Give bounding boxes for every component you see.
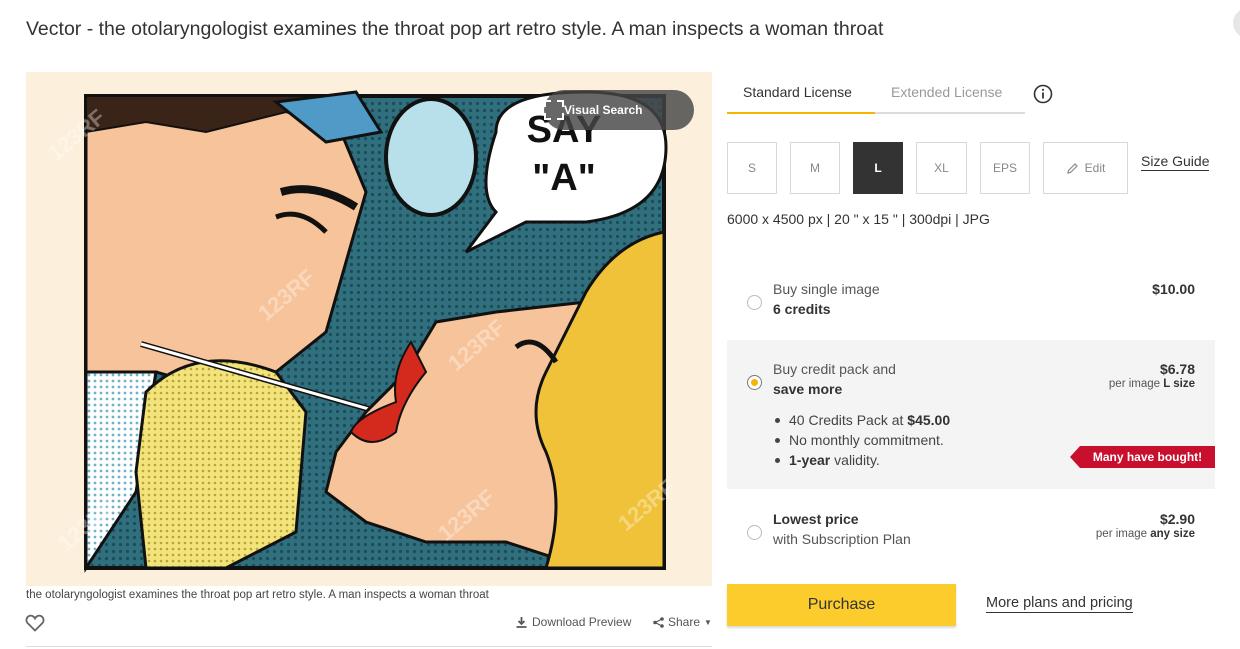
corner-button[interactable]	[1233, 8, 1240, 38]
option-single-image[interactable]: Buy single image 6 credits $10.00	[727, 264, 1215, 334]
credit-pack-line2: save more	[773, 381, 843, 397]
size-button-eps[interactable]: EPS	[980, 142, 1030, 194]
edit-button[interactable]: Edit	[1043, 142, 1128, 194]
credit-pack-per-image: per image L size	[1108, 378, 1195, 390]
option-credit-pack[interactable]: Buy credit pack and save more $6.78 per …	[727, 340, 1215, 489]
share-icon	[653, 616, 664, 628]
size-guide-link[interactable]: Size Guide	[1141, 153, 1210, 171]
image-preview[interactable]: SAY "A" 123RF 123RF 123RF 123RF 123RF 12…	[26, 72, 712, 586]
heart-icon[interactable]	[25, 614, 45, 632]
radio-credit-pack[interactable]	[747, 375, 762, 390]
share-dropdown[interactable]: Share ▼	[653, 615, 712, 629]
visual-search-label: Visual Search	[564, 103, 643, 117]
visual-search-button[interactable]: Visual Search	[544, 90, 694, 130]
subscription-per-image: per image any size	[1095, 528, 1195, 540]
credit-pack-price: $6.78	[1159, 361, 1195, 377]
single-line1: Buy single image	[773, 281, 880, 297]
download-preview-label: Download Preview	[532, 615, 632, 629]
pop-art-illustration: SAY "A" 123RF 123RF 123RF 123RF 123RF 12…	[43, 90, 680, 574]
caret-down-icon: ▼	[704, 617, 712, 627]
subscription-line1: Lowest price	[773, 511, 859, 527]
size-button-xl[interactable]: XL	[916, 142, 967, 194]
page-title: Vector - the otolaryngologist examines t…	[26, 18, 884, 40]
subscription-line2: with Subscription Plan	[773, 531, 911, 547]
expand-frame-icon	[544, 100, 564, 120]
size-button-s[interactable]: S	[727, 142, 777, 194]
option-subscription[interactable]: Lowest price with Subscription Plan $2.9…	[727, 496, 1215, 566]
active-tab-indicator	[727, 112, 875, 114]
single-line2: 6 credits	[773, 301, 831, 317]
list-item: 1-year validity.	[773, 450, 950, 470]
speech-text-line2: "A"	[532, 157, 595, 199]
license-tabs: Standard License Extended License	[727, 80, 1025, 114]
size-button-m[interactable]: M	[790, 142, 840, 194]
pencil-icon	[1066, 162, 1078, 174]
single-price: $10.00	[1152, 281, 1195, 297]
download-icon	[516, 616, 527, 628]
more-plans-link[interactable]: More plans and pricing	[986, 595, 1133, 613]
share-label: Share	[668, 615, 701, 629]
divider	[26, 646, 712, 647]
many-have-bought-badge: Many have bought!	[1070, 446, 1215, 468]
tab-standard-license[interactable]: Standard License	[743, 84, 852, 100]
tab-extended-license[interactable]: Extended License	[891, 84, 1002, 100]
radio-subscription[interactable]	[747, 525, 762, 540]
list-item: No monthly commitment.	[773, 430, 950, 450]
size-button-l[interactable]: L	[853, 142, 903, 194]
list-item: 40 Credits Pack at $45.00	[773, 410, 950, 430]
download-preview-link[interactable]: Download Preview	[516, 615, 631, 629]
purchase-button[interactable]: Purchase	[727, 584, 956, 626]
credit-pack-line1: Buy credit pack and	[773, 361, 896, 377]
info-icon[interactable]	[1033, 84, 1053, 104]
subscription-price: $2.90	[1159, 511, 1195, 527]
edit-label: Edit	[1084, 161, 1106, 175]
credit-pack-features: 40 Credits Pack at $45.00 No monthly com…	[773, 410, 950, 470]
image-dimensions: 6000 x 4500 px | 20 " x 15 " | 300dpi | …	[727, 211, 990, 227]
image-caption: the otolaryngologist examines the throat…	[26, 589, 489, 601]
radio-single-image[interactable]	[747, 295, 762, 310]
